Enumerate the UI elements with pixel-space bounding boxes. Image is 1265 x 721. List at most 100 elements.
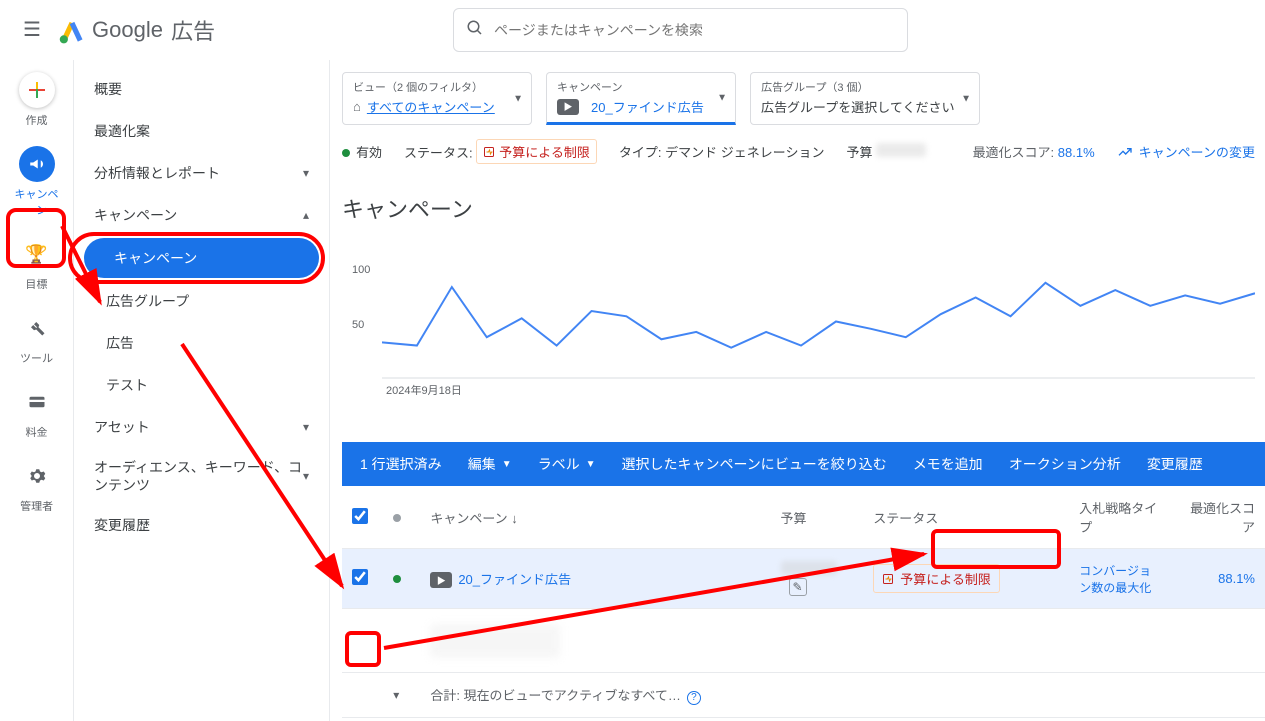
toolbar-label[interactable]: ラベル ▼ [538, 454, 596, 474]
rail-admin-label: 管理者 [20, 498, 53, 514]
dropdown-icon: ▼ [961, 93, 971, 104]
th-budget[interactable]: 予算 [771, 486, 864, 549]
crumb-adgroup-label: 広告グループ（3 個） [761, 79, 969, 95]
table-row: ▶20_ファインド広告 ✎ 予算による制限 コンバージョン数の最大化 88.1% [342, 549, 1265, 609]
bid-strategy-link[interactable]: コンバージョン数の最大化 [1079, 564, 1151, 595]
scope-breadcrumbs: ビュー（2 個のフィルタ） ⌂すべてのキャンペーン ▼ キャンペーン ▶ 20_フ… [342, 72, 1265, 125]
nav-insights[interactable]: 分析情報とレポート▾ [74, 152, 329, 194]
selection-toolbar: 1 行選択済み 編集 ▼ ラベル ▼ 選択したキャンペーンにビューを絞り込む メ… [342, 442, 1265, 486]
status-header-icon [393, 514, 401, 522]
crumb-view-label: ビュー（2 個のフィルタ） [353, 79, 521, 95]
chart-ytick-100: 100 [352, 264, 370, 276]
nav-ads[interactable]: 広告 [74, 322, 329, 364]
table-row-redacted [342, 609, 1265, 673]
crumb-campaign-label: キャンペーン [557, 79, 725, 95]
status-enabled: 有効 [342, 142, 382, 161]
toolbar-memo[interactable]: メモを追加 [913, 454, 983, 474]
rail-goal-label: 目標 [26, 276, 48, 292]
campaign-history-link[interactable]: キャンペーンの変更 [1117, 142, 1255, 161]
warning-icon [483, 146, 495, 158]
main-content: ビュー（2 個のフィルタ） ⌂すべてのキャンペーン ▼ キャンペーン ▶20_フ… [330, 60, 1265, 721]
brand: Google 広告 [58, 14, 215, 46]
account-info-redacted [227, 12, 437, 48]
th-bid[interactable]: 入札戦略タイプ [1069, 486, 1172, 549]
row-checkbox[interactable] [352, 569, 368, 585]
warning-icon [882, 573, 894, 585]
card-icon [19, 384, 55, 420]
nav-overview[interactable]: 概要 [74, 68, 329, 110]
row-status-dot-icon [393, 575, 401, 583]
chart-ytick-50: 50 [352, 319, 364, 331]
page-title: キャンペーン [342, 192, 1265, 224]
nav-adgroups[interactable]: 広告グループ [74, 280, 329, 322]
nav-recommendations[interactable]: 最適化案 [74, 110, 329, 152]
sidebar: 概要 最適化案 分析情報とレポート▾ キャンペーン▴ キャンペーン 広告グループ… [74, 60, 330, 721]
budget-redacted [876, 143, 926, 157]
google-ads-logo-icon [58, 16, 86, 44]
search-input[interactable] [494, 22, 895, 38]
chevron-down-icon: ▼ [586, 459, 596, 470]
nav-campaigns-group[interactable]: キャンペーン▴ [74, 194, 329, 236]
toolbar-auction[interactable]: オークション分析 [1009, 454, 1121, 474]
rail-campaign[interactable]: キャンペーン [10, 146, 64, 218]
performance-chart: 100 50 2024年9月18日 [342, 264, 1265, 404]
status-budget-warning[interactable]: 予算による制限 [476, 139, 597, 164]
budget-redacted [781, 561, 837, 575]
status-type: タイプ: デマンド ジェネレーション [619, 142, 825, 161]
dropdown-icon: ▼ [717, 92, 727, 103]
house-icon: ⌂ [353, 99, 361, 114]
rail-billing[interactable]: 料金 [10, 384, 64, 440]
search-box[interactable] [453, 8, 908, 52]
search-icon [466, 19, 484, 40]
crumb-campaign-value: 20_ファインド広告 [591, 97, 704, 116]
campaigns-table: キャンペーン ↓ 予算 ステータス 入札戦略タイプ 最適化スコア ▶20_ファイ… [342, 486, 1265, 718]
th-opt[interactable]: 最適化スコア [1172, 486, 1265, 549]
th-status[interactable]: ステータス [863, 486, 1069, 549]
campaign-name-link[interactable]: 20_ファインド広告 [458, 572, 571, 587]
trophy-icon: 🏆 [19, 236, 55, 272]
crumb-adgroup-value: 広告グループを選択してください [761, 97, 954, 116]
nav-campaigns-active[interactable]: キャンペーン [84, 238, 319, 278]
rail-billing-label: 料金 [26, 424, 48, 440]
redacted-content [430, 624, 560, 658]
nav-audiences[interactable]: オーディエンス、キーワード、コンテンツ▾ [74, 448, 329, 504]
rail-create[interactable]: 作成 [10, 72, 64, 128]
chevron-down-icon: ▾ [303, 469, 309, 483]
chevron-down-icon[interactable]: ▾ [393, 688, 399, 702]
rail-admin[interactable]: 管理者 [10, 458, 64, 514]
toolbar-history[interactable]: 変更履歴 [1147, 454, 1203, 474]
menu-icon[interactable]: ☰ [12, 10, 52, 50]
brand-google: Google [92, 17, 163, 43]
status-status: ステータス: 予算による制限 [404, 139, 597, 164]
plus-icon [19, 72, 55, 108]
brand-ads: 広告 [171, 14, 215, 46]
status-budget: 予算 [847, 142, 927, 161]
nav-assets[interactable]: アセット▾ [74, 406, 329, 448]
th-campaign[interactable]: キャンペーン ↓ [420, 486, 770, 549]
rail-goal[interactable]: 🏆 目標 [10, 236, 64, 292]
help-icon[interactable]: ? [687, 691, 701, 705]
rail-tool[interactable]: ツール [10, 310, 64, 366]
crumb-view[interactable]: ビュー（2 個のフィルタ） ⌂すべてのキャンペーン ▼ [342, 72, 532, 125]
row-status-warning[interactable]: 予算による制限 [873, 564, 1000, 593]
toolbar-narrow[interactable]: 選択したキャンペーンにビューを絞り込む [622, 454, 887, 474]
ad-badge-icon: ▶ [557, 99, 579, 115]
megaphone-icon [19, 146, 55, 182]
crumb-adgroup[interactable]: 広告グループ（3 個） 広告グループを選択してください ▼ [750, 72, 980, 125]
chevron-down-icon: ▾ [303, 420, 309, 434]
gear-icon [19, 458, 55, 494]
status-line: 有効 ステータス: 予算による制限 タイプ: デマンド ジェネレーション 予算 … [342, 139, 1265, 164]
nav-tests[interactable]: テスト [74, 364, 329, 406]
header-checkbox[interactable] [352, 508, 368, 524]
nav-history[interactable]: 変更履歴 [74, 504, 329, 546]
chart-icon [1117, 144, 1133, 160]
rail-tool-label: ツール [20, 350, 53, 366]
footer-label: 合計: 現在のビューでアクティブなすべて… [430, 688, 681, 703]
topbar: ☰ Google 広告 [0, 0, 1265, 60]
table-footer-row: ▾ 合計: 現在のビューでアクティブなすべて…? [342, 673, 1265, 718]
status-dot-icon [342, 149, 350, 157]
edit-icon[interactable]: ✎ [789, 578, 807, 596]
toolbar-edit[interactable]: 編集 ▼ [468, 454, 512, 474]
crumb-campaign[interactable]: キャンペーン ▶ 20_ファインド広告 ▼ [546, 72, 736, 125]
status-optscore: 最適化スコア: 88.1% [973, 142, 1095, 161]
